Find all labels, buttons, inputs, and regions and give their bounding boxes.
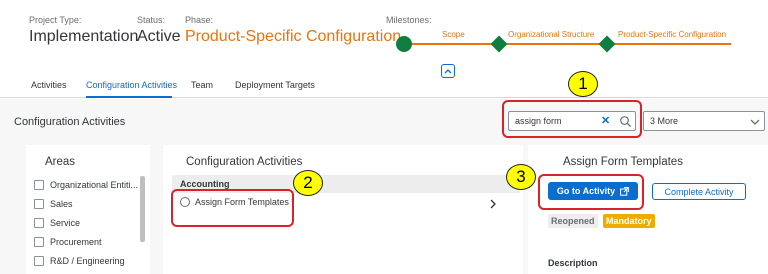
config-panel-title: Configuration Activities <box>186 156 303 168</box>
area-item-label: Sales <box>50 199 73 209</box>
area-item[interactable]: Service <box>34 218 80 228</box>
status-label: Status: <box>137 15 166 25</box>
annotation-number: 3 <box>506 164 536 190</box>
tab-team[interactable]: Team <box>191 80 213 90</box>
area-item-label: Organizational Entiti... <box>50 180 139 190</box>
checkbox[interactable] <box>34 218 44 228</box>
checkbox[interactable] <box>34 180 44 190</box>
project-type-label: Project Type: <box>29 15 82 25</box>
area-item-label: Service <box>50 218 81 228</box>
tab-configuration-activities[interactable]: Configuration Activities <box>86 80 177 90</box>
milestone-connector <box>412 43 496 45</box>
milestones-label: Milestones: <box>386 15 432 25</box>
phase-value: Product-Specific Configuration <box>185 28 402 45</box>
milestone-marker-scope[interactable] <box>490 35 508 53</box>
filter-select-value: 3 More <box>650 116 679 126</box>
areas-title: Areas <box>45 156 76 168</box>
annotation-number: 2 <box>293 170 323 196</box>
group-header-label: Accounting <box>180 179 230 189</box>
milestone-label-org-structure: Organizational Structure <box>508 30 595 39</box>
detail-title: Assign Form Templates <box>563 156 683 168</box>
areas-scrollbar[interactable] <box>140 176 145 242</box>
milestone-connector <box>611 43 731 45</box>
collapse-header-button[interactable] <box>441 64 455 78</box>
annotation-number: 1 <box>568 71 598 97</box>
milestone-label-product-config: Product-Specific Configuration <box>618 30 727 39</box>
milestone-marker-org-structure[interactable] <box>598 35 616 53</box>
filter-select[interactable]: 3 More <box>643 111 765 131</box>
area-item-label: Procurement <box>50 237 102 247</box>
status-badge-mandatory: Mandatory <box>603 214 655 228</box>
checkbox[interactable] <box>34 256 44 266</box>
area-item[interactable]: Organizational Entiti... <box>34 180 138 190</box>
area-item[interactable]: Procurement <box>34 237 102 247</box>
annotation-highlight-search <box>502 100 642 138</box>
chevron-up-icon <box>444 69 452 74</box>
active-tab-indicator <box>86 96 172 98</box>
checkbox[interactable] <box>34 199 44 209</box>
annotation-highlight-go-button <box>538 174 644 210</box>
milestone-label-scope: Scope <box>442 30 465 39</box>
checkbox[interactable] <box>34 237 44 247</box>
chevron-right-icon[interactable] <box>489 199 497 209</box>
tab-activities[interactable]: Activities <box>31 80 67 90</box>
milestone-start-marker[interactable] <box>396 36 412 52</box>
complete-activity-button[interactable]: Complete Activity <box>652 183 746 200</box>
tab-deployment-targets[interactable]: Deployment Targets <box>235 80 315 90</box>
area-item-label: R&D / Engineering <box>50 256 125 266</box>
area-item[interactable]: Sales <box>34 199 73 209</box>
description-heading: Description <box>548 258 598 268</box>
phase-label: Phase: <box>185 15 214 25</box>
project-type-value: Implementation <box>29 28 139 45</box>
area-item[interactable]: R&D / Engineering <box>34 256 125 266</box>
chevron-down-icon <box>750 119 760 125</box>
status-badge-reopened: Reopened <box>548 214 598 228</box>
annotation-highlight-config-item <box>171 189 294 227</box>
milestone-connector <box>503 43 604 45</box>
page-title: Configuration Activities <box>14 116 126 128</box>
status-value: Active <box>137 28 181 45</box>
